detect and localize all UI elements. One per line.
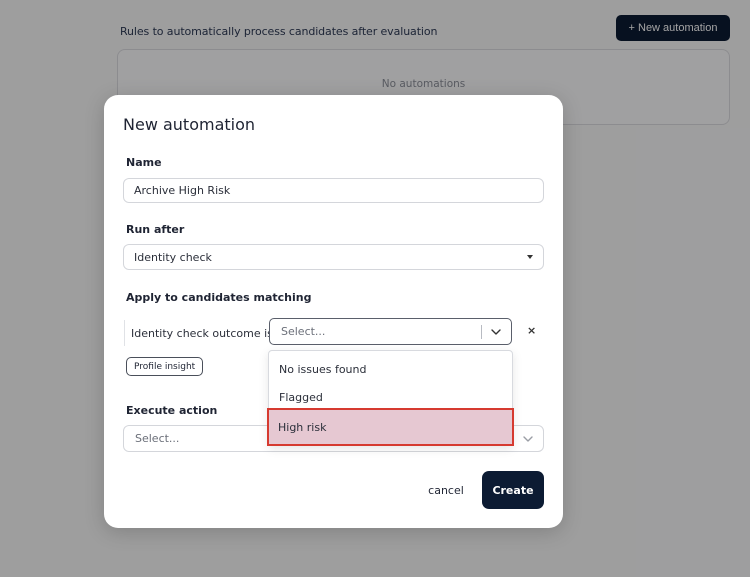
profile-insight-chip[interactable]: Profile insight: [126, 357, 204, 376]
run-after-select[interactable]: Identity check: [123, 244, 544, 270]
modal-title: New automation: [123, 115, 256, 134]
create-button[interactable]: Create: [482, 471, 544, 509]
condition-value-select[interactable]: Select...: [269, 318, 512, 345]
option-flagged[interactable]: Flagged: [269, 383, 512, 411]
name-label: Name: [126, 156, 162, 169]
condition-placeholder: Select...: [281, 325, 326, 338]
chevron-down-icon[interactable]: [521, 432, 535, 446]
remove-condition-icon[interactable]: ×: [527, 324, 536, 337]
option-high-risk[interactable]: High risk: [267, 408, 514, 446]
option-no-issues-found[interactable]: No issues found: [269, 355, 512, 383]
run-after-value: Identity check: [134, 250, 212, 264]
chevron-down-icon[interactable]: [489, 325, 503, 339]
name-input[interactable]: Archive High Risk: [123, 178, 544, 203]
new-automation-modal: New automation Name Archive High Risk Ru…: [104, 95, 563, 528]
apply-matching-label: Apply to candidates matching: [126, 291, 312, 304]
caret-down-icon: [527, 255, 533, 259]
select-separator: [481, 325, 482, 339]
condition-label: Identity check outcome is: [124, 320, 273, 346]
cancel-button[interactable]: cancel: [422, 479, 470, 501]
condition-options-menu: No issues found Flagged High risk: [267, 350, 514, 446]
execute-action-label: Execute action: [126, 404, 218, 417]
execute-action-placeholder: Select...: [135, 432, 180, 445]
run-after-label: Run after: [126, 223, 185, 236]
